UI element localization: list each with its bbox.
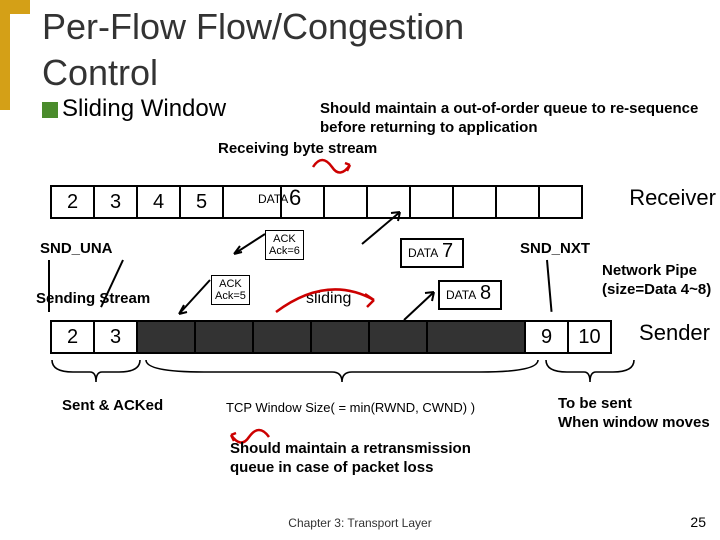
data6-num: 6	[289, 185, 301, 211]
send-cell-dark	[368, 320, 428, 354]
brace-sent-acked-icon	[50, 358, 142, 391]
send-cell-dark	[136, 320, 196, 354]
swirl-icon	[310, 155, 360, 175]
ack6-arrow-icon	[230, 232, 268, 263]
recv-cell	[409, 185, 454, 219]
sender-row: 2 3 9 10	[52, 320, 612, 354]
note-bottom: Should maintain a retransmission queue i…	[230, 440, 471, 478]
title-line1: Per-Flow Flow/Congestion	[42, 6, 464, 48]
subtitle: Sliding Window	[62, 95, 226, 123]
send-cell: 10	[567, 320, 612, 354]
recv-cell	[452, 185, 497, 219]
recv-cell: 2	[50, 185, 95, 219]
send-cell-dark	[194, 320, 254, 354]
ack5-box: ACK Ack=5	[211, 275, 250, 305]
recv-cell	[495, 185, 540, 219]
send-cell: 3	[93, 320, 138, 354]
sent-acked-label: Sent & ACKed	[62, 397, 163, 414]
footer-text: Chapter 3: Transport Layer	[0, 516, 720, 530]
note-top: Should maintain a out-of-order queue to …	[320, 100, 710, 138]
recv-cell: 4	[136, 185, 181, 219]
data7-label: DATA	[408, 246, 438, 260]
data8-num: 8	[480, 282, 491, 305]
ack5-arrow-icon	[175, 278, 213, 323]
sender-label: Sender	[639, 320, 710, 346]
data7-num: 7	[442, 240, 453, 263]
receiver-label: Receiver	[629, 185, 716, 211]
data7-arrow-icon	[358, 208, 408, 253]
send-cell-dark	[426, 320, 526, 354]
brace-to-be-sent-icon	[544, 358, 636, 391]
sliding-arrow-icon	[272, 280, 382, 323]
page-number: 25	[690, 514, 706, 530]
send-cell: 9	[524, 320, 569, 354]
brace-window-icon	[144, 358, 540, 391]
data8-label: DATA	[446, 288, 476, 302]
bullet-icon	[42, 102, 58, 118]
send-cell-dark	[310, 320, 370, 354]
snd-nxt-line	[546, 260, 553, 312]
snd-una-label: SND_UNA	[40, 240, 113, 257]
recv-cell: 5	[179, 185, 224, 219]
network-pipe-note: Network Pipe (size=Data 4~8)	[602, 262, 711, 300]
recv-cell: 3	[93, 185, 138, 219]
to-be-sent-label: To be sent When window moves	[558, 395, 710, 433]
snd-nxt-label: SND_NXT	[520, 240, 590, 257]
ack6-box: ACK Ack=6	[265, 230, 304, 260]
recv-cell	[538, 185, 583, 219]
receiver-row: 2 3 4 5	[52, 185, 583, 219]
sending-stream-label: Sending Stream	[36, 290, 150, 307]
accent-left	[0, 0, 10, 110]
send-cell-dark	[252, 320, 312, 354]
data6-label: DATA	[258, 192, 288, 206]
window-size-label: TCP Window Size( = min(RWND, CWND) )	[226, 400, 475, 415]
send-cell: 2	[50, 320, 95, 354]
title-line2: Control	[42, 52, 158, 94]
